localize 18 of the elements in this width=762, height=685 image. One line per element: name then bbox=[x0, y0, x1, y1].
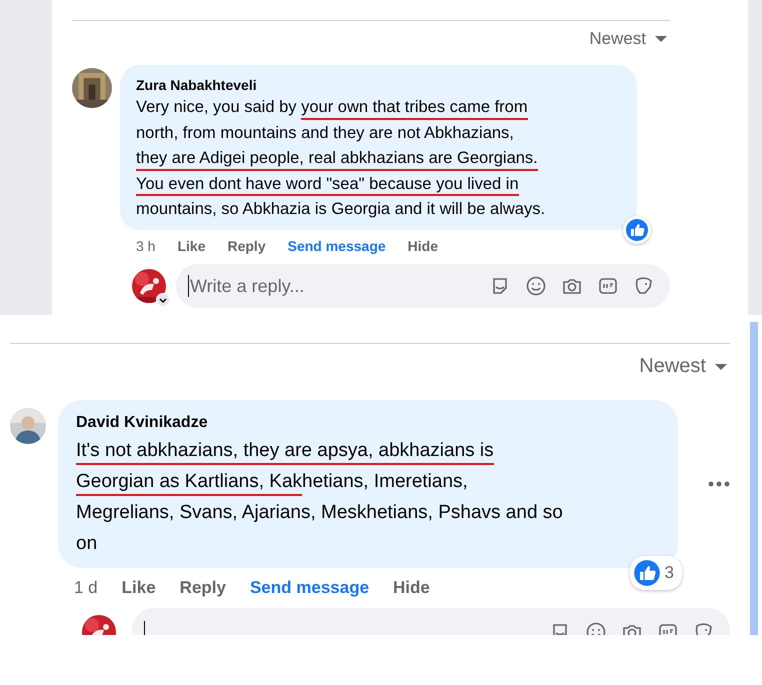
comment-text: Very nice, you said by your own that tribes came from north, from mountains and they are not Abkhazians, they are Adigei people, real abkhazians are Georgians. You even dont have word "sea" because you lived in mountains, so Abkhazia is Georgia and it will be always. bbox=[136, 97, 546, 220]
action-link[interactable]: Hide bbox=[408, 238, 438, 254]
comment-time[interactable]: 3 h bbox=[136, 238, 156, 254]
action-link[interactable]: Hide bbox=[393, 578, 430, 598]
sort-dropdown[interactable]: Newest bbox=[589, 21, 670, 49]
send-message-link[interactable]: Send message bbox=[250, 578, 370, 598]
reaction-badge[interactable]: 3 bbox=[630, 556, 682, 590]
comment-text: It's not abkhazians, they are apsya, abkhazians is Georgian as Kartlians, Kakhetians, Imeretians, Megrelians, Svans, Ajarians, Meskhetians, Pshavs and so on bbox=[76, 439, 564, 556]
author-name[interactable]: Zura Nabakhteveli bbox=[136, 77, 257, 93]
action-link[interactable]: Like bbox=[177, 238, 206, 254]
action-link[interactable]: Reply bbox=[180, 578, 226, 598]
action-link[interactable]: Like bbox=[122, 578, 156, 598]
sort-dropdown[interactable]: Newest bbox=[639, 344, 730, 378]
comment-time[interactable]: 1 d bbox=[74, 578, 98, 598]
reply-field[interactable]: Write a reply... bbox=[176, 264, 670, 308]
author-name[interactable]: David Kvinikadze bbox=[76, 414, 208, 432]
action-link[interactable]: Reply bbox=[227, 238, 266, 254]
send-message-link[interactable]: Send message bbox=[288, 238, 386, 254]
